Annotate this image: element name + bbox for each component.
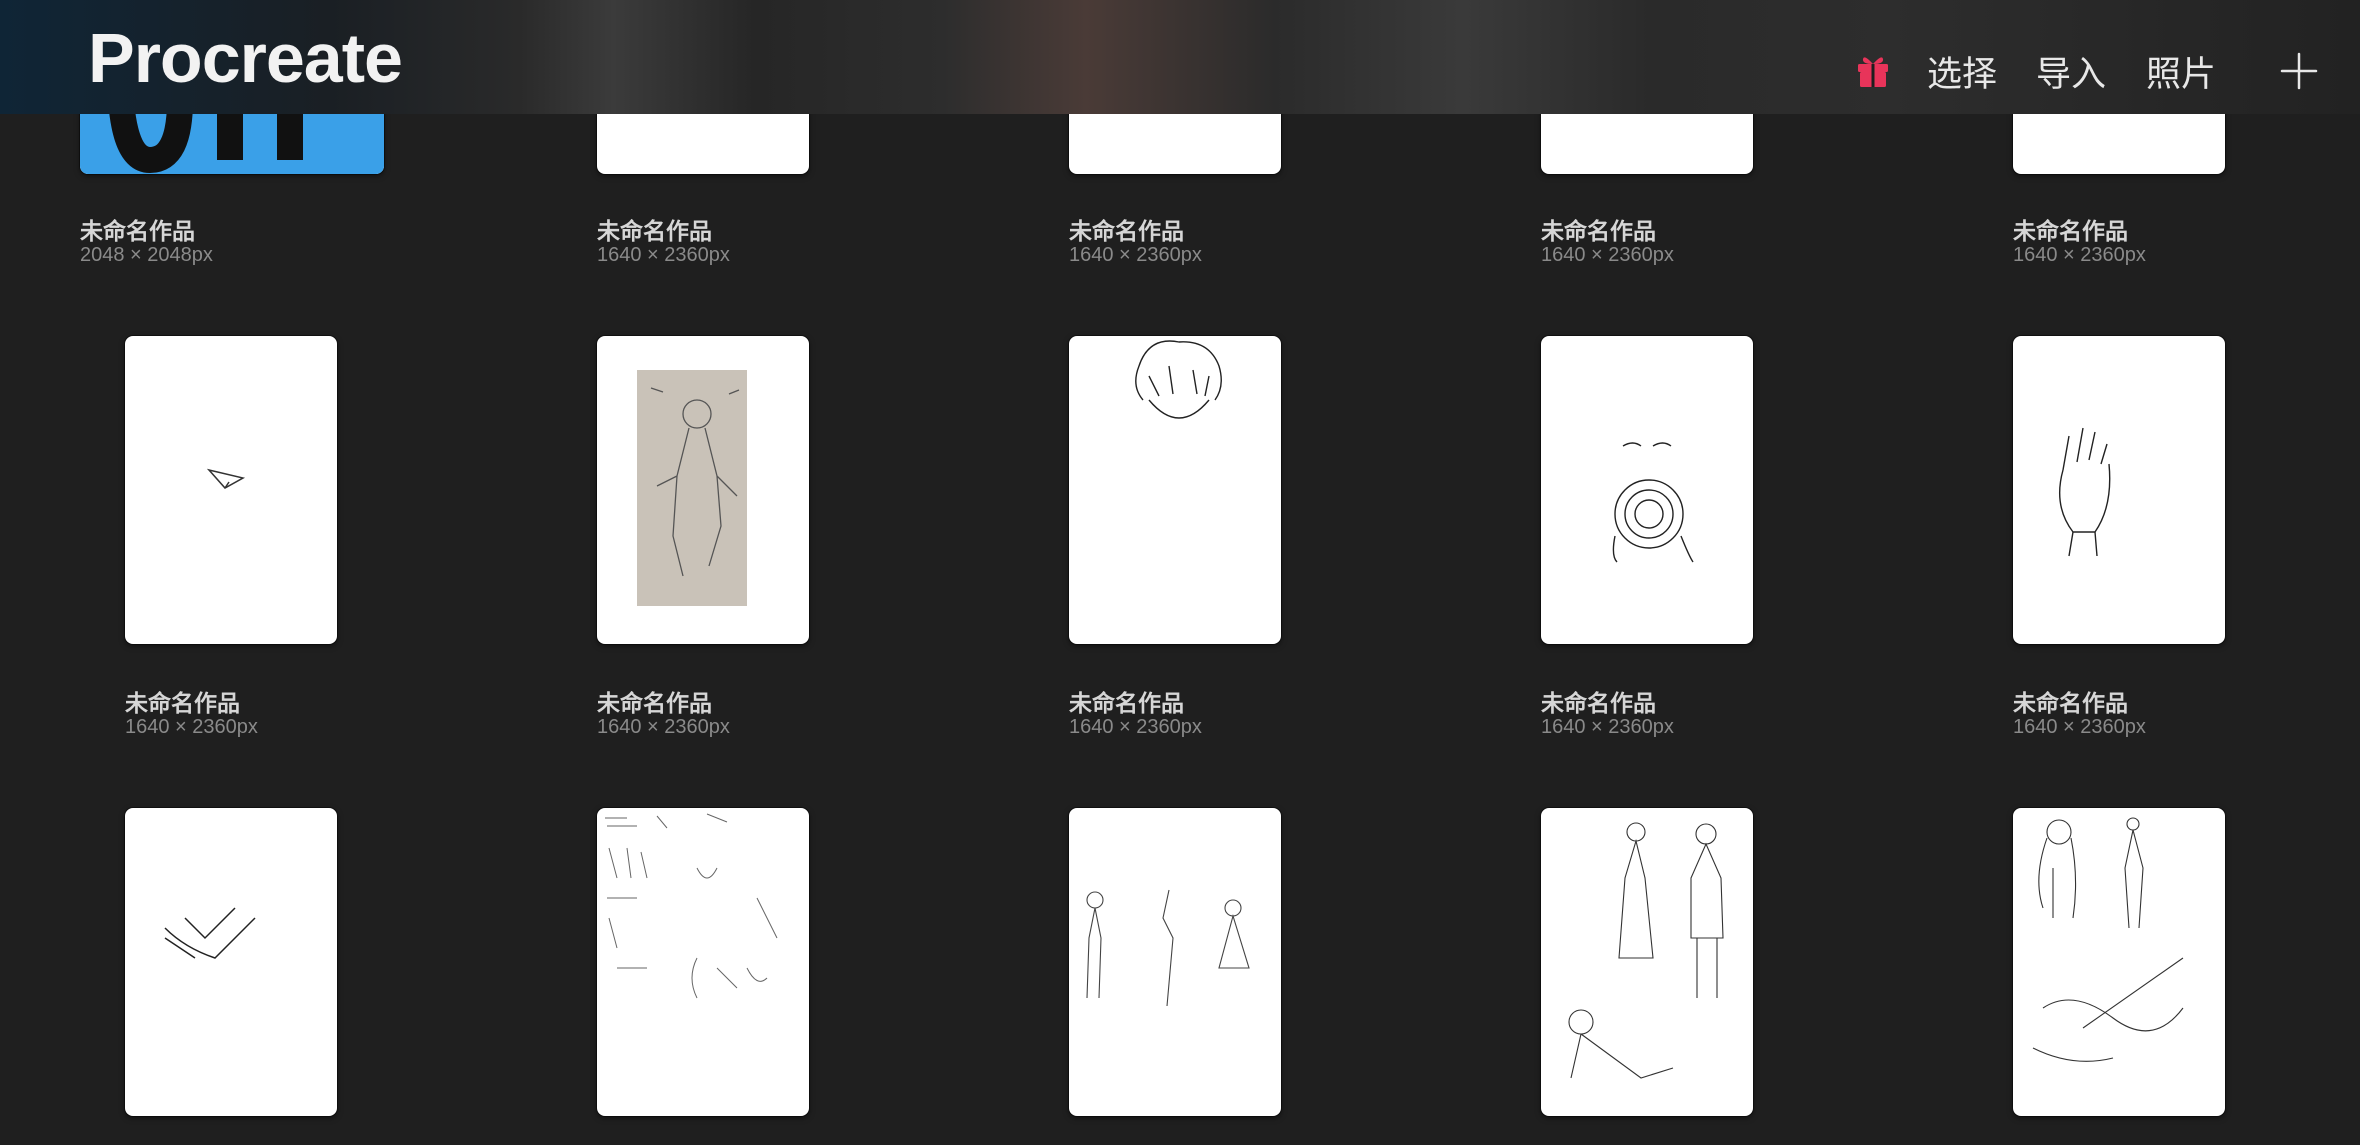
gift-icon[interactable] (1856, 52, 1890, 88)
artwork-title: 未命名作品 (597, 690, 712, 716)
artwork-title: 未命名作品 (125, 690, 240, 716)
artwork-dimensions: 1640 × 2360px (1541, 716, 1674, 738)
plus-icon[interactable] (2280, 52, 2318, 90)
artwork-thumbnail-8[interactable] (1069, 336, 1281, 644)
artwork-thumbnail-6[interactable] (125, 336, 337, 644)
artwork-dimensions: 1640 × 2360px (597, 716, 730, 738)
artwork-thumbnail-11[interactable] (125, 808, 337, 1116)
artwork-dimensions: 1640 × 2360px (2013, 716, 2146, 738)
select-button[interactable]: 选择 (1927, 46, 1997, 97)
artwork-dimensions: 1640 × 2360px (2013, 244, 2146, 266)
artwork-dimensions: 1640 × 2360px (1541, 244, 1674, 266)
app-title: Procreate (88, 19, 403, 97)
artwork-title: 未命名作品 (1069, 690, 1184, 716)
import-button[interactable]: 导入 (2036, 46, 2106, 97)
artwork-dimensions: 1640 × 2360px (1069, 244, 1202, 266)
photos-button[interactable]: 照片 (2146, 46, 2216, 97)
artwork-title: 未命名作品 (1541, 690, 1656, 716)
artwork-title: 未命名作品 (80, 218, 195, 244)
artwork-dimensions: 1640 × 2360px (597, 244, 730, 266)
artwork-title: 未命名作品 (1069, 218, 1184, 244)
top-bar: Procreate 选择 导入 照片 (0, 0, 2360, 114)
artwork-title: 未命名作品 (2013, 218, 2128, 244)
artwork-thumbnail-12[interactable] (597, 808, 809, 1116)
artwork-thumbnail-15[interactable] (2013, 808, 2225, 1116)
artwork-dimensions: 1640 × 2360px (1069, 716, 1202, 738)
artwork-title: 未命名作品 (1541, 218, 1656, 244)
artwork-thumbnail-10[interactable] (2013, 336, 2225, 644)
artwork-dimensions: 2048 × 2048px (80, 244, 213, 266)
artwork-dimensions: 1640 × 2360px (125, 716, 258, 738)
artwork-thumbnail-14[interactable] (1541, 808, 1753, 1116)
artwork-thumbnail-13[interactable] (1069, 808, 1281, 1116)
artwork-title: 未命名作品 (2013, 690, 2128, 716)
artwork-thumbnail-7[interactable] (597, 336, 809, 644)
artwork-gallery: 未命名作品 2048 × 2048px 未命名作品 1640 × 2360px … (0, 0, 2360, 1145)
artwork-title: 未命名作品 (597, 218, 712, 244)
artwork-thumbnail-9[interactable] (1541, 336, 1753, 644)
